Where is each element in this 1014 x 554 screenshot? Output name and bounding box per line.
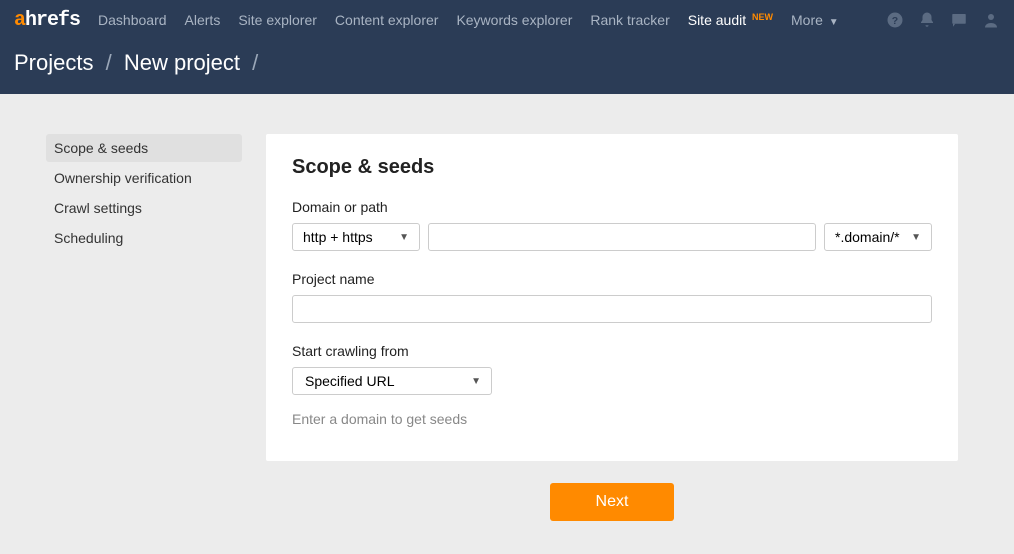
sidebar-item-crawl-settings[interactable]: Crawl settings (46, 194, 242, 222)
nav-more-label: More (791, 12, 823, 28)
main: Scope & seeds Domain or path http + http… (266, 134, 958, 521)
user-icon[interactable] (982, 11, 1000, 29)
nav-alerts[interactable]: Alerts (185, 12, 221, 28)
svg-text:?: ? (892, 15, 898, 27)
nav-keywords-explorer[interactable]: Keywords explorer (456, 12, 572, 28)
crawl-from-label: Start crawling from (292, 343, 932, 359)
next-row: Next (266, 483, 958, 521)
nav-content-explorer[interactable]: Content explorer (335, 12, 439, 28)
nav-icons: ? (886, 11, 1000, 29)
nav-site-audit[interactable]: Site audit NEW (688, 12, 773, 28)
logo-rest: hrefs (25, 9, 80, 32)
project-name-input[interactable] (292, 295, 932, 323)
nav-rank-tracker[interactable]: Rank tracker (590, 12, 669, 28)
scope-select[interactable]: *.domain/* ▼ (824, 223, 932, 251)
logo[interactable]: ahrefs (14, 9, 80, 32)
nav-dashboard[interactable]: Dashboard (98, 12, 167, 28)
nav-site-explorer[interactable]: Site explorer (238, 12, 317, 28)
breadcrumb-bar: Projects / New project / (0, 40, 1014, 94)
sidebar-item-ownership[interactable]: Ownership verification (46, 164, 242, 192)
form-card: Scope & seeds Domain or path http + http… (266, 134, 958, 461)
domain-label: Domain or path (292, 199, 932, 215)
chevron-down-icon: ▼ (399, 232, 409, 243)
chevron-down-icon: ▼ (471, 376, 481, 387)
new-badge: NEW (752, 12, 773, 22)
chat-icon[interactable] (950, 11, 968, 29)
chevron-down-icon: ▼ (911, 232, 921, 243)
bell-icon[interactable] (918, 11, 936, 29)
breadcrumb: Projects / New project / (14, 50, 1000, 76)
breadcrumb-separator: / (106, 50, 112, 75)
top-nav: ahrefs Dashboard Alerts Site explorer Co… (0, 0, 1014, 40)
breadcrumb-separator: / (252, 50, 258, 75)
scope-select-value: *.domain/* (835, 229, 900, 245)
project-name-label: Project name (292, 271, 932, 287)
content: Scope & seeds Ownership verification Cra… (0, 94, 1014, 521)
help-icon[interactable]: ? (886, 11, 904, 29)
crawl-from-select[interactable]: Specified URL ▼ (292, 367, 492, 395)
sidebar: Scope & seeds Ownership verification Cra… (46, 134, 242, 521)
sidebar-item-scheduling[interactable]: Scheduling (46, 224, 242, 252)
project-name-group: Project name (292, 271, 932, 323)
breadcrumb-new-project[interactable]: New project (124, 50, 240, 75)
domain-input[interactable] (428, 223, 816, 251)
page-title: Scope & seeds (292, 156, 932, 179)
protocol-select-value: http + https (303, 229, 373, 245)
nav-more[interactable]: More ▼ (791, 12, 839, 28)
seeds-hint: Enter a domain to get seeds (292, 411, 932, 427)
logo-prefix: a (14, 9, 25, 32)
breadcrumb-projects[interactable]: Projects (14, 50, 93, 75)
domain-row: http + https ▼ *.domain/* ▼ (292, 223, 932, 251)
nav-items: Dashboard Alerts Site explorer Content e… (98, 12, 868, 28)
protocol-select[interactable]: http + https ▼ (292, 223, 420, 251)
crawl-from-group: Start crawling from Specified URL ▼ Ente… (292, 343, 932, 427)
crawl-from-select-value: Specified URL (305, 373, 395, 389)
next-button[interactable]: Next (550, 483, 675, 521)
domain-group: Domain or path http + https ▼ *.domain/*… (292, 199, 932, 251)
sidebar-item-scope-seeds[interactable]: Scope & seeds (46, 134, 242, 162)
nav-site-audit-label: Site audit (688, 12, 746, 28)
chevron-down-icon: ▼ (829, 17, 839, 28)
